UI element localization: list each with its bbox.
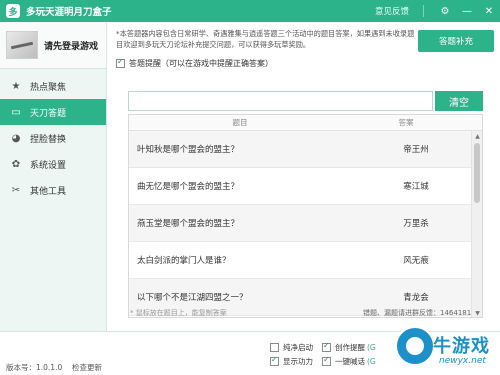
option-label: 纯净启动	[283, 343, 313, 352]
table-header: 题目 答案	[129, 115, 482, 131]
quick-shout-checkbox[interactable]	[322, 355, 331, 366]
answer-cell[interactable]: 寒江城	[361, 180, 471, 192]
sidebar-item-label: 天刀答题	[30, 108, 67, 119]
watermark-title: 牛游戏	[433, 336, 490, 357]
answer-hint-label: 答题提醒（可以在游戏中提醒正确答案）	[129, 59, 273, 68]
table-row[interactable]: 叶知秋是哪个盟会的盟主？ 帝王州	[129, 131, 471, 168]
question-cell[interactable]: 曲无忆是哪个盟会的盟主？	[129, 180, 361, 192]
copy-hint: * 鼠标放在题目上，能复制答案	[130, 309, 227, 317]
scroll-up-icon[interactable]: ▲	[472, 131, 482, 141]
option-label: 显示功力	[283, 357, 313, 366]
profile-panel[interactable]: 请先登录游戏	[0, 22, 106, 69]
scrollbar-thumb[interactable]	[474, 143, 480, 203]
option-show-power[interactable]: 显示功力	[270, 355, 313, 367]
table-row[interactable]: 太白剑派的掌门人是谁？ 风无痕	[129, 242, 471, 279]
face-icon: ◕	[11, 132, 21, 144]
quiz-table: 题目 答案 叶知秋是哪个盟会的盟主？ 帝王州 曲无忆是哪个盟会的盟主？ 寒江城 …	[128, 114, 483, 318]
sidebar-item-face-swap[interactable]: ◕ 捏脸替换	[0, 125, 106, 151]
option-tag: (G	[367, 357, 376, 366]
watermark-logo: 牛游戏 newyx.net	[395, 318, 500, 375]
feedback-link[interactable]: 意见反馈	[375, 5, 409, 17]
check-update-link[interactable]: 检查更新	[72, 362, 102, 373]
scroll-down-icon[interactable]: ▼	[472, 308, 482, 317]
star-icon: ★	[11, 80, 21, 92]
answer-hint-option[interactable]: 答题提醒（可以在游戏中提醒正确答案）	[116, 57, 273, 69]
submit-question-button[interactable]: 答题补充	[418, 30, 494, 52]
sidebar-item-quiz[interactable]: ▭ 天刀答题	[0, 99, 106, 125]
clear-button[interactable]: 清空	[435, 91, 483, 111]
column-header-question: 题目	[232, 118, 248, 127]
sidebar-item-label: 热点聚焦	[30, 82, 67, 93]
creation-reminder-checkbox[interactable]	[322, 341, 331, 352]
answer-cell[interactable]: 帝王州	[361, 143, 471, 155]
avatar[interactable]	[6, 31, 38, 59]
option-quick-shout[interactable]: 一键喊话 (G	[322, 355, 376, 367]
show-power-checkbox[interactable]	[270, 355, 279, 366]
login-prompt[interactable]: 请先登录游戏	[44, 39, 98, 52]
table-scrollbar[interactable]: ▲ ▼	[471, 131, 482, 317]
table-row[interactable]: 曲无忆是哪个盟会的盟主？ 寒江城	[129, 168, 471, 205]
question-cell[interactable]: 叶知秋是哪个盟会的盟主？	[129, 143, 361, 155]
option-clean-start[interactable]: 纯净启动	[270, 342, 313, 353]
sidebar-item-label: 捏脸替换	[30, 134, 67, 145]
main-panel: *本答题器内容包含日常研学、奇遇雅集与逍遥答题三个活动中的题目答案，如果遇到未收…	[108, 22, 500, 353]
clean-start-checkbox[interactable]	[270, 343, 279, 352]
app-logo-icon: 多	[6, 4, 20, 18]
sidebar-item-label: 系统设置	[30, 160, 67, 171]
table-row[interactable]: 燕玉堂是哪个盟会的盟主？ 万里杀	[129, 205, 471, 242]
notice-text: *本答题器内容包含日常研学、奇遇雅集与逍遥答题三个活动中的题目答案，如果遇到未收…	[116, 29, 415, 49]
question-cell[interactable]: 以下哪个不是江湖四盟之一？	[129, 291, 361, 303]
titlebar-divider	[423, 5, 424, 17]
option-label: 一键喊话	[335, 357, 365, 366]
app-title: 多玩天涯明月刀盒子	[26, 7, 112, 18]
question-cell[interactable]: 燕玉堂是哪个盟会的盟主？	[129, 217, 361, 229]
watermark-circle-icon	[395, 326, 435, 366]
answer-cell[interactable]: 青龙会	[361, 291, 471, 303]
answer-cell[interactable]: 万里杀	[361, 217, 471, 229]
sidebar-item-settings[interactable]: ✿ 系统设置	[0, 151, 106, 177]
sidebar-item-label: 其他工具	[30, 186, 67, 197]
close-icon[interactable]: ✕	[478, 0, 500, 22]
answer-cell[interactable]: 风无痕	[361, 254, 471, 266]
option-label: 创作提醒	[335, 343, 365, 352]
card-icon: ▭	[11, 106, 21, 118]
watermark-url: newyx.net	[439, 356, 486, 366]
sidebar: 请先登录游戏 ★ 热点聚焦 ▭ 天刀答题 ◕ 捏脸替换 ✿ 系统设置 ✂ 其他工…	[0, 22, 107, 353]
settings-icon[interactable]: ⚙	[434, 0, 456, 22]
feedback-group-note: 错题、漏题请进群反馈：1464181	[363, 309, 472, 317]
option-creation-reminder[interactable]: 创作提醒 (G	[322, 341, 376, 353]
search-input[interactable]	[128, 91, 433, 111]
question-cell[interactable]: 太白剑派的掌门人是谁？	[129, 254, 361, 266]
sidebar-item-other-tools[interactable]: ✂ 其他工具	[0, 177, 106, 203]
title-bar: 多 多玩天涯明月刀盒子 意见反馈 ⚙ — ✕	[0, 0, 500, 22]
option-tag: (G	[367, 343, 376, 352]
version-label: 版本号：1.0.1.0	[6, 363, 63, 372]
tools-icon: ✂	[11, 184, 21, 196]
gear-icon: ✿	[11, 158, 21, 170]
sidebar-item-hot-focus[interactable]: ★ 热点聚焦	[0, 73, 106, 99]
sidebar-nav: ★ 热点聚焦 ▭ 天刀答题 ◕ 捏脸替换 ✿ 系统设置 ✂ 其他工具	[0, 73, 106, 203]
column-header-answer: 答案	[398, 118, 414, 127]
minimize-icon[interactable]: —	[456, 0, 478, 22]
answer-hint-checkbox[interactable]	[116, 57, 125, 68]
